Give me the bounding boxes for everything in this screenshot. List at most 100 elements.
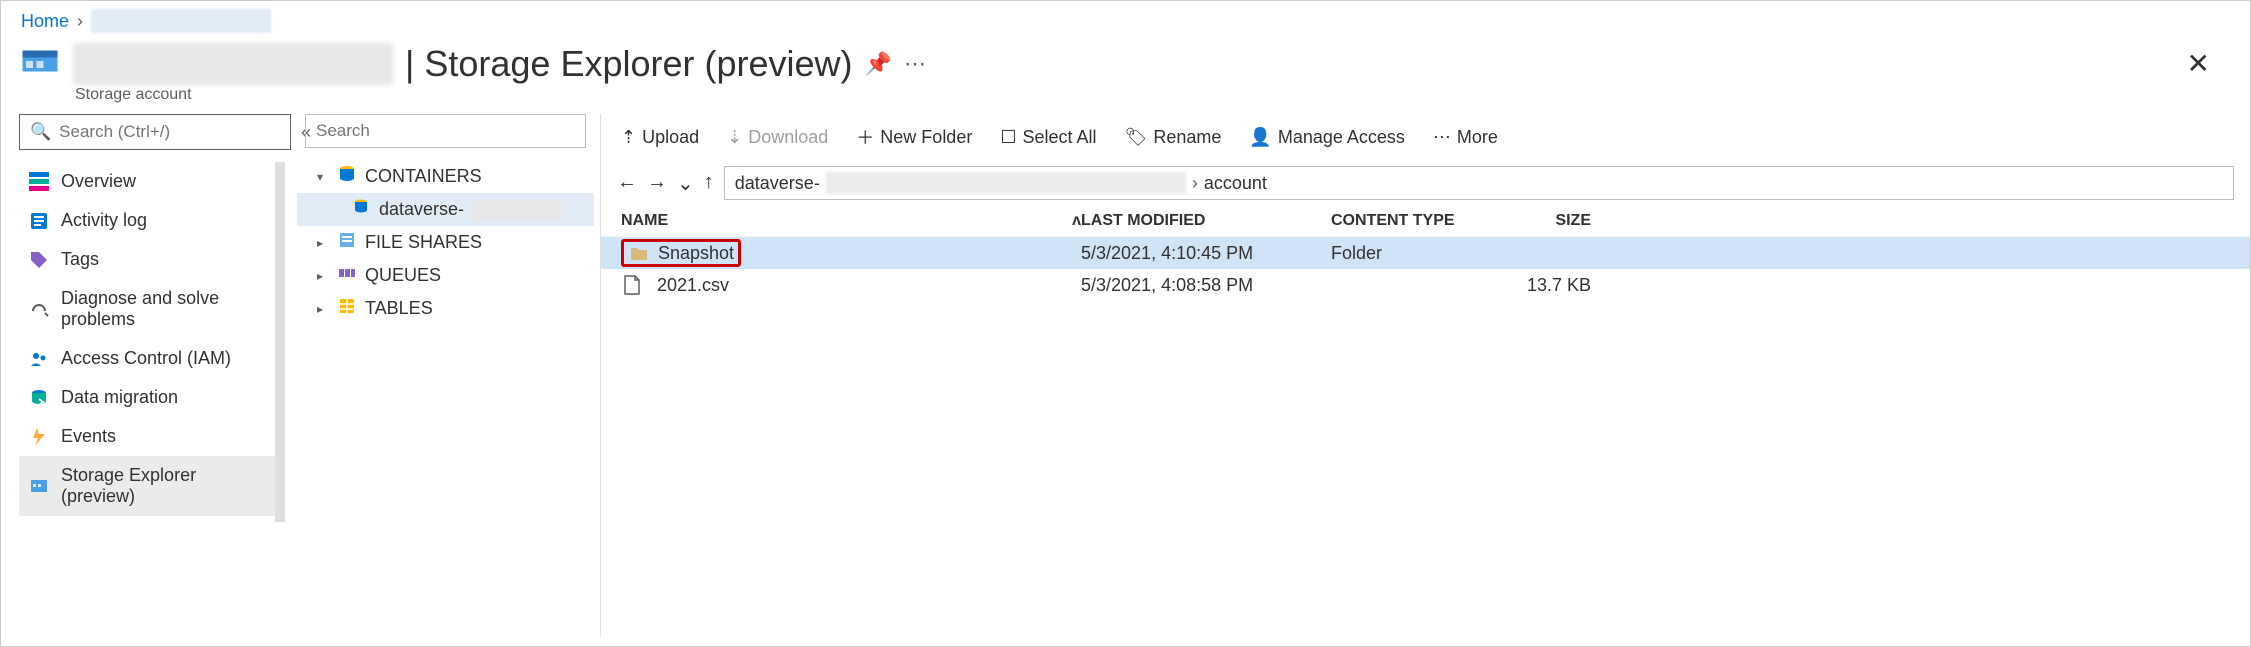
container-name-blurred	[472, 200, 562, 220]
search-icon: 🔍	[30, 122, 51, 142]
tool-label: Upload	[642, 127, 699, 148]
highlighted-folder: Snapshot	[621, 239, 741, 267]
nav-scrollbar[interactable]	[275, 162, 285, 522]
breadcrumb: Home ›	[1, 1, 2250, 33]
download-button[interactable]: ⇣ Download	[727, 127, 828, 148]
download-icon: ⇣	[727, 127, 742, 148]
manage-access-button[interactable]: 👤 Manage Access	[1249, 127, 1405, 148]
rename-button[interactable]: 🏷Rename	[1125, 127, 1222, 148]
close-icon[interactable]: ✕	[2165, 39, 2232, 88]
caret-right-icon: ▸	[317, 269, 329, 283]
nav-events[interactable]: Events	[19, 417, 279, 456]
file-shares-icon	[337, 230, 357, 255]
caret-down-icon: ▾	[317, 170, 329, 184]
file-size: 13.7 KB	[1501, 275, 1591, 296]
nav-label: Overview	[61, 171, 136, 192]
tree-queues[interactable]: ▸ QUEUES	[297, 259, 594, 292]
nav-storage-explorer[interactable]: Storage Explorer (preview)	[19, 456, 279, 516]
breadcrumb-resource-blurred[interactable]	[91, 9, 271, 33]
upload-icon: ⇡	[621, 127, 636, 148]
new-folder-button[interactable]: ＋ New Folder	[856, 124, 972, 150]
tree-label: FILE SHARES	[365, 232, 482, 253]
tree-container-item[interactable]: dataverse-	[297, 193, 594, 226]
nav-access-control[interactable]: Access Control (IAM)	[19, 339, 279, 378]
search-field[interactable]	[59, 122, 280, 142]
column-size[interactable]: SIZE	[1501, 212, 1591, 230]
tree-label: CONTAINERS	[365, 166, 482, 187]
nav-label: Access Control (IAM)	[61, 348, 231, 369]
left-nav: 🔍 « Overview Activity log Tags Diagnose …	[1, 114, 291, 637]
nav-tags[interactable]: Tags	[19, 240, 279, 279]
breadcrumb-home[interactable]: Home	[21, 11, 69, 32]
column-content-type[interactable]: CONTENT TYPE	[1331, 212, 1501, 230]
upload-button[interactable]: ⇡ Upload	[621, 127, 699, 148]
tree-file-shares[interactable]: ▸ FILE SHARES	[297, 226, 594, 259]
file-name: 2021.csv	[657, 275, 729, 296]
person-icon: 👤	[1249, 127, 1271, 148]
tool-label: New Folder	[880, 127, 972, 148]
path-segment[interactable]: account	[1204, 173, 1267, 194]
more-icon[interactable]: ⋯	[904, 51, 926, 77]
queues-icon	[337, 263, 357, 288]
path-blurred	[826, 172, 1186, 194]
path-breadcrumb[interactable]: dataverse- › account	[724, 166, 2234, 200]
nav-diagnose[interactable]: Diagnose and solve problems	[19, 279, 279, 339]
caret-right-icon: ▸	[317, 302, 329, 316]
file-modified: 5/3/2021, 4:10:45 PM	[1081, 243, 1331, 264]
tree-search-field[interactable]	[316, 121, 575, 141]
tree-label: TABLES	[365, 298, 433, 319]
pin-icon[interactable]: 📌	[865, 51, 892, 77]
access-control-icon	[29, 349, 49, 369]
select-all-button[interactable]: ☐Select All	[1000, 127, 1096, 148]
tool-label: Manage Access	[1278, 127, 1405, 148]
nav-up-icon[interactable]: ↑	[704, 171, 714, 196]
nav-label: Tags	[61, 249, 99, 270]
file-icon	[621, 274, 643, 296]
nav-label: Events	[61, 426, 116, 447]
tool-label: Rename	[1153, 127, 1221, 148]
tree-containers[interactable]: ▾ CONTAINERS	[297, 160, 594, 193]
tree-search-input[interactable]	[305, 114, 586, 148]
sort-asc-icon: ʌ	[1072, 212, 1081, 230]
nav-label: Storage Explorer (preview)	[61, 465, 269, 507]
plus-icon: ＋	[856, 124, 874, 150]
content-pane: ⇡ Upload ⇣ Download ＋ New Folder ☐Select Al…	[601, 114, 2250, 637]
tags-icon	[29, 250, 49, 270]
more-dots-icon: ⋯	[1433, 127, 1451, 148]
breadcrumb-sep: ›	[77, 11, 83, 32]
nav-forward-icon[interactable]: →	[647, 171, 667, 196]
path-row: ← → ⌄ ↑ dataverse- › account	[601, 160, 2250, 206]
tree-label: QUEUES	[365, 265, 441, 286]
nav-data-migration[interactable]: Data migration	[19, 378, 279, 417]
tool-label: More	[1457, 127, 1498, 148]
nav-history-icon[interactable]: ⌄	[677, 171, 694, 196]
search-input[interactable]: 🔍	[19, 114, 291, 150]
nav-overview[interactable]: Overview	[19, 162, 279, 201]
column-modified[interactable]: LAST MODIFIED	[1081, 212, 1331, 230]
caret-right-icon: ▸	[317, 236, 329, 250]
path-segment[interactable]: dataverse-	[735, 173, 820, 194]
toolbar: ⇡ Upload ⇣ Download ＋ New Folder ☐Select Al…	[601, 114, 2250, 160]
file-row-folder[interactable]: Snapshot 5/3/2021, 4:10:45 PM Folder	[601, 237, 2250, 269]
page-title: | Storage Explorer (preview)	[405, 43, 853, 85]
nav-activity-log[interactable]: Activity log	[19, 201, 279, 240]
column-name[interactable]: NAMEʌ	[621, 212, 1081, 230]
tables-icon	[337, 296, 357, 321]
resource-type-label: Storage account	[75, 86, 2250, 104]
table-header: NAMEʌ LAST MODIFIED CONTENT TYPE SIZE	[601, 206, 2250, 237]
tree-tables[interactable]: ▸ TABLES	[297, 292, 594, 325]
container-icon	[351, 197, 371, 222]
tree-pane: ▾ CONTAINERS dataverse- ▸ FILE SHARES ▸ …	[291, 114, 601, 637]
file-type: Folder	[1331, 243, 1501, 264]
nav-label: Data migration	[61, 387, 178, 408]
file-row-file[interactable]: 2021.csv 5/3/2021, 4:08:58 PM 13.7 KB	[601, 269, 2250, 301]
tool-label: Download	[748, 127, 828, 148]
overview-icon	[29, 172, 49, 192]
folder-icon	[628, 242, 650, 264]
events-icon	[29, 427, 49, 447]
select-all-icon: ☐	[1000, 127, 1016, 148]
file-name: Snapshot	[658, 243, 734, 264]
activity-log-icon	[29, 211, 49, 231]
more-button[interactable]: ⋯ More	[1433, 127, 1498, 148]
nav-back-icon[interactable]: ←	[617, 171, 637, 196]
